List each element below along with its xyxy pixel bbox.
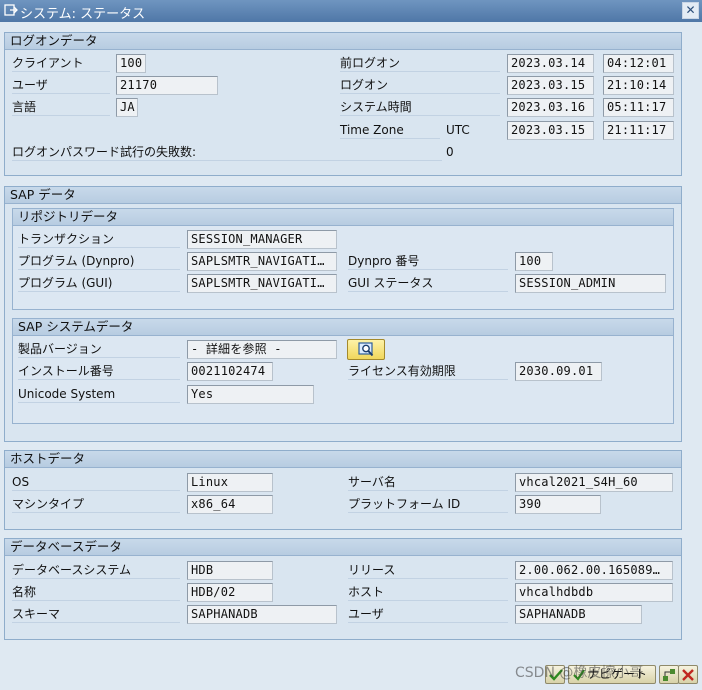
- logon-date-field[interactable]: 2023.03.15: [507, 76, 594, 95]
- cancel-icon: [682, 669, 694, 681]
- language-field[interactable]: JA: [116, 98, 138, 117]
- cancel-button[interactable]: [678, 665, 698, 684]
- db-host-label: ホスト: [348, 583, 508, 601]
- db-system-field[interactable]: HDB: [187, 561, 273, 580]
- timezone-time-field[interactable]: 21:11:17: [603, 121, 674, 140]
- db-schema-label: スキーマ: [12, 605, 180, 623]
- product-version-label: 製品バージョン: [18, 340, 180, 358]
- database-data-header: データベースデータ: [5, 539, 681, 556]
- db-release-label: リリース: [348, 561, 508, 579]
- machine-type-field[interactable]: x86_64: [187, 495, 273, 514]
- repository-data-header: リポジトリデータ: [13, 209, 673, 226]
- failed-logon-value: 0: [446, 145, 454, 159]
- db-name-label: 名称: [12, 583, 180, 601]
- language-label: 言語: [12, 98, 110, 116]
- system-date-field[interactable]: 2023.03.16: [507, 98, 594, 117]
- db-name-field[interactable]: HDB/02: [187, 583, 273, 602]
- prev-logon-time-field[interactable]: 04:12:01: [603, 54, 674, 73]
- logon-label: ログオン: [340, 76, 500, 94]
- os-label: OS: [12, 473, 180, 491]
- exit-window-icon: [4, 4, 18, 16]
- install-number-label: インストール番号: [18, 362, 180, 380]
- prev-logon-date-field[interactable]: 2023.03.14: [507, 54, 594, 73]
- navigate-icon: [573, 669, 585, 681]
- machine-type-label: マシンタイプ: [12, 495, 180, 513]
- db-user-field[interactable]: SAPHANADB: [515, 605, 642, 624]
- program-gui-label: プログラム (GUI): [18, 274, 180, 292]
- db-system-label: データベースシステム: [12, 561, 180, 579]
- platform-id-label: プラットフォーム ID: [348, 495, 508, 513]
- product-version-field[interactable]: - 詳細を参照 -: [187, 340, 337, 359]
- timezone-value: UTC: [446, 123, 470, 137]
- close-button[interactable]: ✕: [682, 2, 699, 19]
- sap-data-header: SAP データ: [5, 187, 681, 204]
- detail-magnifier-icon: [358, 342, 374, 357]
- navigate-button[interactable]: ナビゲート: [568, 665, 656, 684]
- confirm-button[interactable]: [545, 665, 565, 684]
- navigate-label: ナビゲート: [587, 667, 648, 681]
- gui-status-label: GUI ステータス: [348, 274, 508, 292]
- dynpro-number-label: Dynpro 番号: [348, 252, 508, 270]
- timezone-date-field[interactable]: 2023.03.15: [507, 121, 594, 140]
- tree-icon: [663, 669, 675, 681]
- program-dynpro-label: プログラム (Dynpro): [18, 252, 180, 270]
- program-gui-field[interactable]: SAPLSMTR_NAVIGATI…: [187, 274, 337, 293]
- user-field[interactable]: 21170: [116, 76, 218, 95]
- unicode-system-label: Unicode System: [18, 385, 180, 403]
- os-field[interactable]: Linux: [187, 473, 273, 492]
- other-view-button[interactable]: [659, 665, 679, 684]
- platform-id-field[interactable]: 390: [515, 495, 601, 514]
- server-name-label: サーバ名: [348, 473, 508, 491]
- window-title: システム: ステータス: [20, 7, 146, 22]
- install-number-field[interactable]: 0021102474: [187, 362, 273, 381]
- client-field[interactable]: 100: [116, 54, 146, 73]
- system-time-field[interactable]: 05:11:17: [603, 98, 674, 117]
- sap-system-data-header: SAP システムデータ: [13, 319, 673, 336]
- prev-logon-label: 前ログオン: [340, 54, 500, 72]
- dynpro-number-field[interactable]: 100: [515, 252, 553, 271]
- system-time-label: システム時間: [340, 98, 500, 116]
- transaction-field[interactable]: SESSION_MANAGER: [187, 230, 337, 249]
- checkmark-icon: [549, 669, 563, 681]
- gui-status-field[interactable]: SESSION_ADMIN: [515, 274, 666, 293]
- db-release-field[interactable]: 2.00.062.00.165089…: [515, 561, 673, 580]
- transaction-label: トランザクション: [18, 230, 180, 248]
- license-expiry-label: ライセンス有効期限: [348, 362, 508, 380]
- timezone-label: Time Zone: [340, 121, 440, 139]
- db-schema-field[interactable]: SAPHANADB: [187, 605, 337, 624]
- host-data-header: ホストデータ: [5, 451, 681, 468]
- program-dynpro-field[interactable]: SAPLSMTR_NAVIGATI…: [187, 252, 337, 271]
- failed-logon-label: ログオンパスワード試行の失敗数:: [12, 143, 442, 161]
- user-label: ユーザ: [12, 76, 110, 94]
- server-name-field[interactable]: vhcal2021_S4H_60: [515, 473, 673, 492]
- unicode-system-field[interactable]: Yes: [187, 385, 314, 404]
- title-bar: システム: ステータス ✕: [0, 0, 702, 22]
- client-label: クライアント: [12, 54, 110, 72]
- logon-time-field[interactable]: 21:10:14: [603, 76, 674, 95]
- product-version-detail-button[interactable]: [347, 339, 385, 360]
- logon-data-header: ログオンデータ: [5, 33, 681, 50]
- db-host-field[interactable]: vhcalhdbdb: [515, 583, 673, 602]
- db-user-label: ユーザ: [348, 605, 508, 623]
- license-expiry-field[interactable]: 2030.09.01: [515, 362, 602, 381]
